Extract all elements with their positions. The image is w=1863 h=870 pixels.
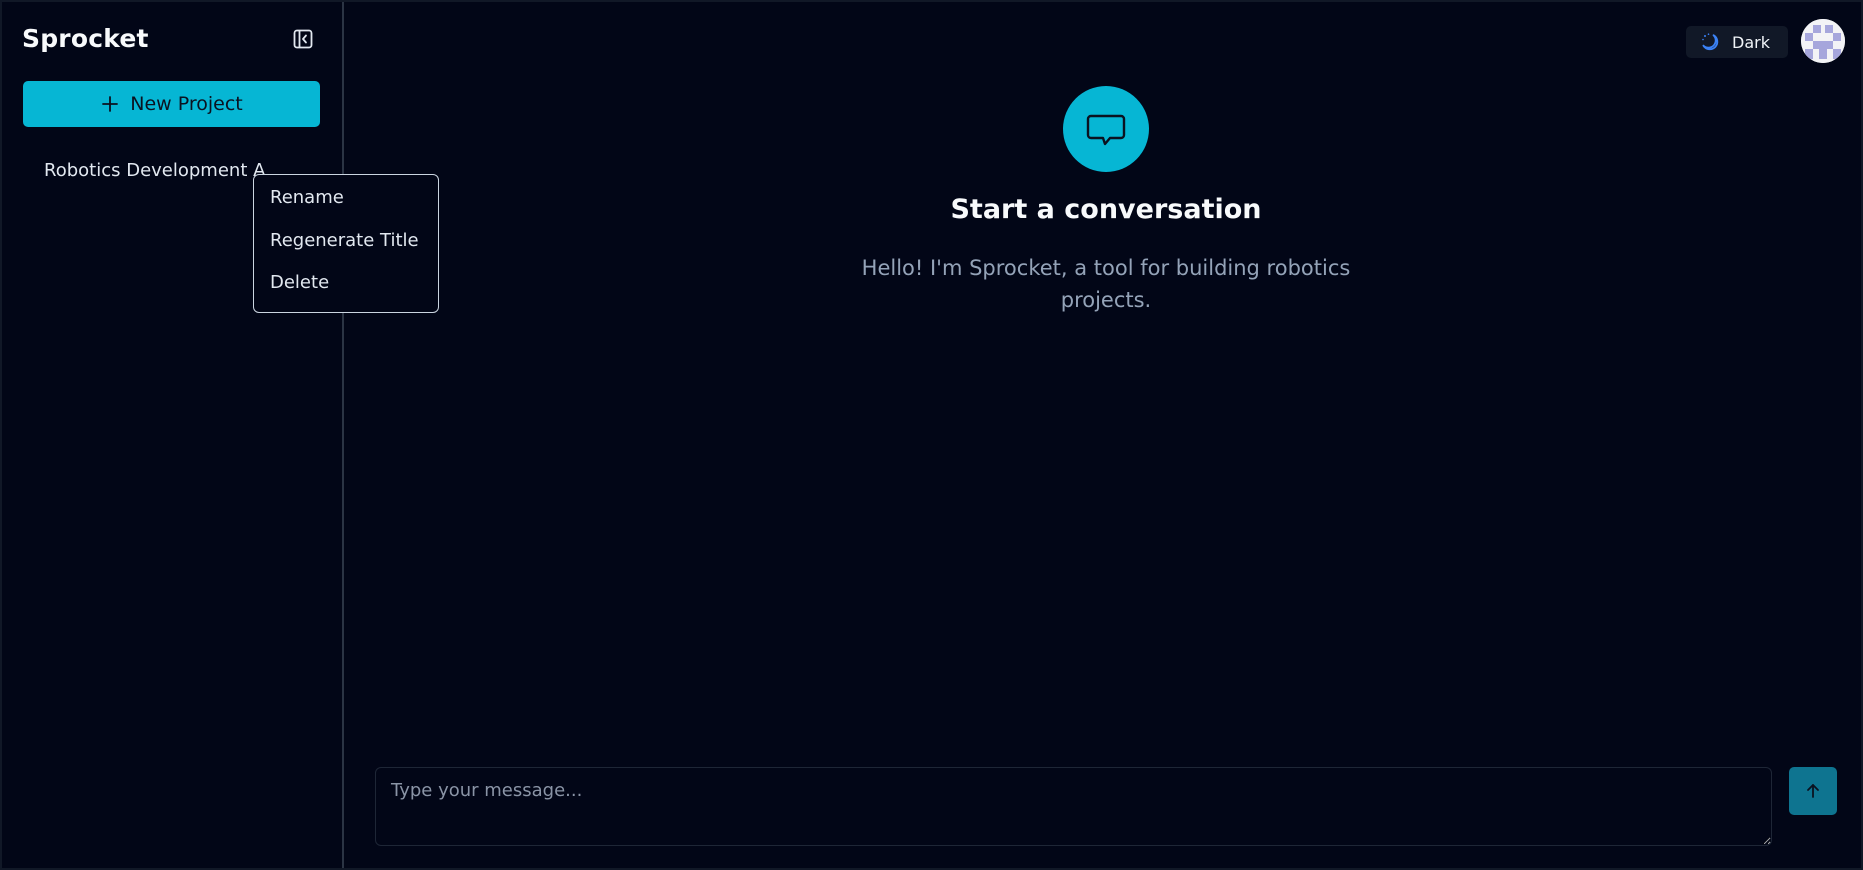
empty-state-subtitle: Hello! I'm Sprocket, a tool for building… — [861, 256, 1351, 312]
chat-bubble-icon — [1086, 114, 1126, 146]
app-window: Sprocket New Project Robotics Developmen… — [0, 0, 1863, 870]
message-input[interactable] — [375, 767, 1772, 846]
app-title: Sprocket — [22, 24, 149, 53]
plus-icon — [100, 94, 120, 114]
user-avatar[interactable] — [1801, 19, 1845, 63]
send-button[interactable] — [1789, 767, 1837, 815]
menu-item-rename[interactable]: Rename — [254, 189, 438, 232]
new-project-button[interactable]: New Project — [23, 81, 320, 127]
project-list-item[interactable]: Robotics Development A — [44, 160, 276, 181]
collapse-sidebar-button[interactable] — [290, 26, 316, 52]
theme-toggle-button[interactable]: Dark — [1686, 26, 1788, 58]
theme-label: Dark — [1732, 32, 1770, 52]
project-context-menu: Rename Regenerate Title Delete — [253, 174, 439, 313]
sidebar-collapse-icon — [293, 29, 313, 49]
avatar-identicon-icon — [1801, 19, 1845, 63]
menu-item-delete[interactable]: Delete — [254, 274, 438, 317]
chat-bubble-badge — [1063, 86, 1149, 172]
new-project-label: New Project — [130, 93, 243, 115]
menu-item-regenerate-title[interactable]: Regenerate Title — [254, 231, 438, 275]
arrow-up-icon — [1807, 784, 1819, 798]
moon-icon — [1702, 33, 1719, 51]
empty-state-title: Start a conversation — [950, 194, 1262, 225]
sidebar: Sprocket New Project Robotics Developmen… — [2, 2, 344, 868]
